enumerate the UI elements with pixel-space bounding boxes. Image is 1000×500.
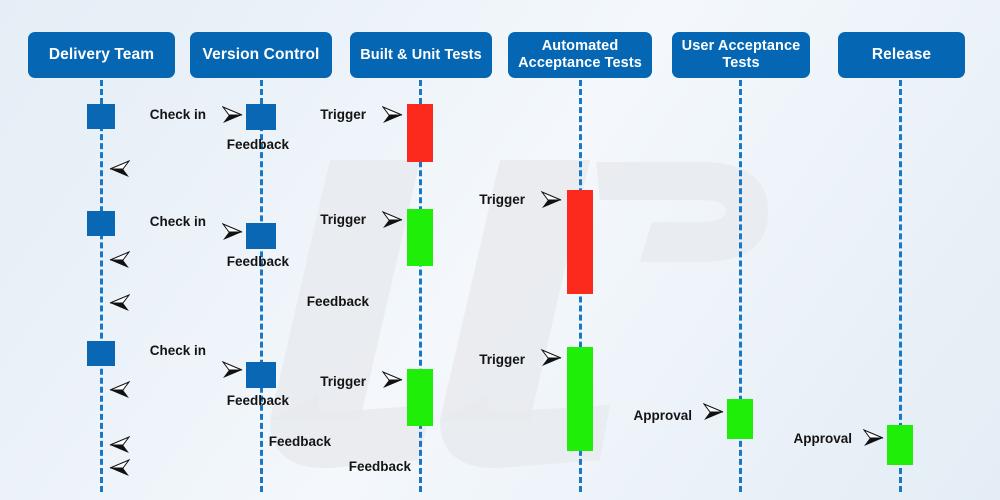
arrow-left-icon — [108, 250, 130, 270]
message-label-feedback-2: Feedback — [226, 254, 289, 269]
arrow-left-icon — [108, 380, 130, 400]
message-label-feedback-3: Feedback — [306, 294, 369, 309]
lane-header-version-control[interactable]: Version Control — [190, 32, 332, 78]
arrow-right-icon — [541, 190, 563, 210]
message-label-feedback-6: Feedback — [348, 459, 411, 474]
activation-bar-bu-build-2[interactable] — [407, 209, 433, 266]
message-label-approval-1: Approval — [633, 408, 692, 423]
lane-header-label: Built & Unit Tests — [360, 46, 482, 63]
activation-bar-dt-checkin-1[interactable] — [87, 104, 115, 129]
message-label-trigger-5: Trigger — [479, 352, 525, 367]
arrow-right-icon — [541, 348, 563, 368]
activation-bar-bu-build-1[interactable] — [407, 104, 433, 162]
lane-header-user-acceptance-tests[interactable]: User Acceptance Tests — [672, 32, 810, 78]
activation-bar-vc-commit-1[interactable] — [246, 104, 276, 130]
activation-bar-vc-commit-2[interactable] — [246, 223, 276, 249]
arrow-right-icon — [703, 402, 725, 422]
lane-header-automated-acceptance-tests[interactable]: Automated Acceptance Tests — [508, 32, 652, 78]
activation-bar-rel-approve[interactable] — [887, 425, 913, 465]
activation-bar-dt-checkin-2[interactable] — [87, 211, 115, 236]
sequence-diagram: Delivery Team Version Control Built & Un… — [0, 0, 1000, 500]
arrow-right-icon — [863, 428, 885, 448]
lane-header-label: User Acceptance Tests — [681, 38, 801, 71]
arrow-right-icon — [382, 210, 404, 230]
lane-header-label: Automated Acceptance Tests — [518, 38, 642, 71]
message-label-trigger-2: Trigger — [320, 212, 366, 227]
activation-bar-vc-commit-3[interactable] — [246, 362, 276, 388]
message-label-feedback-4: Feedback — [226, 393, 289, 408]
arrow-right-icon — [222, 105, 244, 125]
activation-bar-dt-checkin-3[interactable] — [87, 341, 115, 366]
lane-header-label: Version Control — [202, 46, 320, 64]
activation-bar-aat-run-2[interactable] — [567, 347, 593, 451]
message-label-check-in-3: Check in — [149, 343, 206, 358]
lane-header-label: Release — [871, 46, 932, 64]
activation-bar-uat-approve[interactable] — [727, 399, 753, 439]
arrow-right-icon — [382, 370, 404, 390]
arrow-left-icon — [108, 435, 130, 455]
message-label-trigger-3: Trigger — [479, 192, 525, 207]
message-label-trigger-4: Trigger — [320, 374, 366, 389]
activation-bar-bu-build-3[interactable] — [407, 369, 433, 426]
lifeline-delivery-team — [100, 80, 103, 492]
lane-header-label: Delivery Team — [48, 46, 155, 64]
message-label-check-in-1: Check in — [149, 107, 206, 122]
message-label-approval-2: Approval — [793, 431, 852, 446]
message-label-trigger-1: Trigger — [320, 107, 366, 122]
message-label-check-in-2: Check in — [149, 214, 206, 229]
lane-header-built-and-unit-tests[interactable]: Built & Unit Tests — [350, 32, 492, 78]
arrow-right-icon — [222, 360, 244, 380]
activation-bar-aat-run-1[interactable] — [567, 190, 593, 294]
arrow-left-icon — [108, 293, 130, 313]
message-label-feedback-5: Feedback — [268, 434, 331, 449]
lane-header-delivery-team[interactable]: Delivery Team — [28, 32, 175, 78]
arrow-left-icon — [108, 458, 130, 478]
arrow-right-icon — [382, 105, 404, 125]
lane-header-release[interactable]: Release — [838, 32, 965, 78]
arrow-left-icon — [108, 159, 130, 179]
message-label-feedback-1: Feedback — [226, 137, 289, 152]
arrow-right-icon — [222, 222, 244, 242]
